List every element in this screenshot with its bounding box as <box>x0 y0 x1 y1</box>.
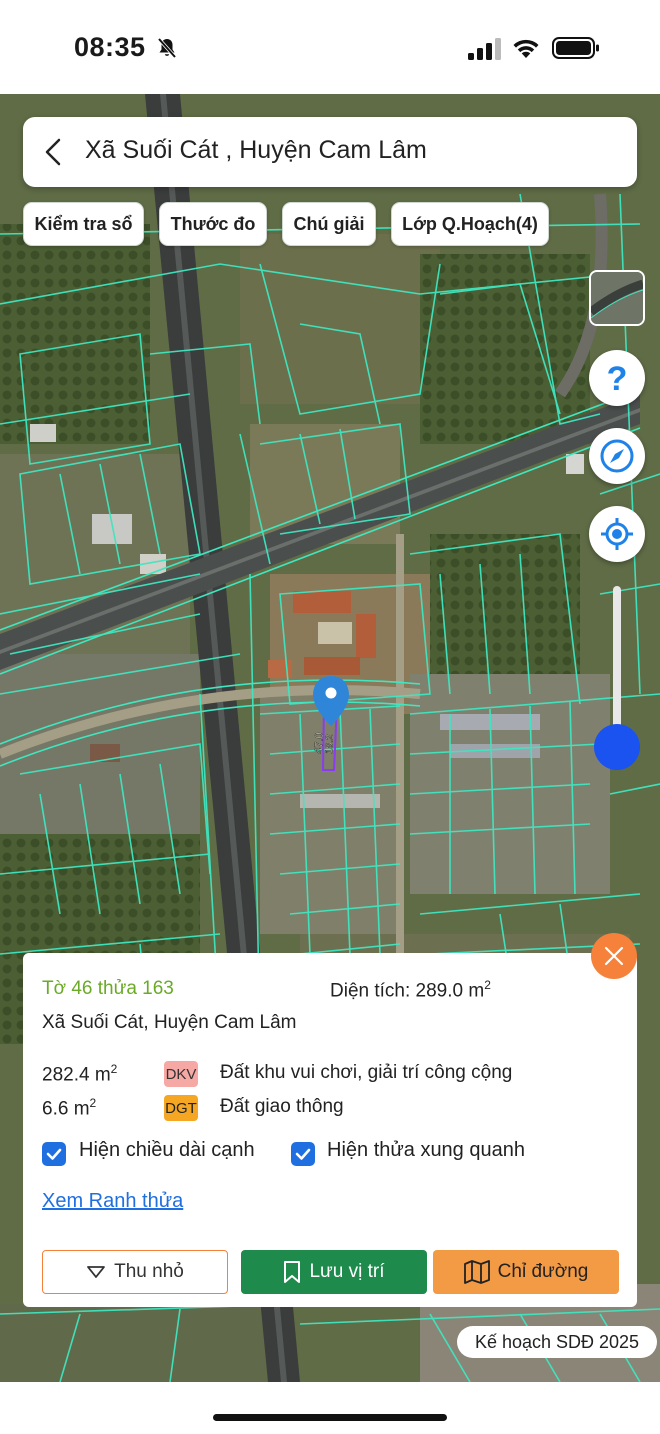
show-edge-lengths-label[interactable]: Hiện chiều dài cạnh <box>79 1139 255 1162</box>
help-button[interactable]: ? <box>589 350 645 406</box>
compass-icon <box>600 439 634 473</box>
parcel-edge-label-2: 18.2 <box>324 734 336 754</box>
land-use-description: Đất giao thông <box>220 1096 344 1117</box>
zoom-slider-track[interactable] <box>613 586 621 744</box>
legend-button[interactable]: Chú giải <box>282 202 376 246</box>
triangle-down-icon <box>87 1266 106 1278</box>
map-icon <box>463 1260 490 1284</box>
land-use-area: 6.6 m2 <box>42 1096 97 1120</box>
bookmark-icon <box>284 1261 301 1283</box>
bottom-safe-area <box>0 1382 660 1434</box>
plan-year-label[interactable]: Kế hoạch SDĐ 2025 <box>457 1326 657 1358</box>
parcel-id: Tờ 46 thửa 163 <box>42 978 174 999</box>
locate-button[interactable] <box>589 506 645 562</box>
view-boundary-link[interactable]: Xem Ranh thửa <box>42 1190 183 1213</box>
help-icon: ? <box>607 360 628 398</box>
battery-icon <box>552 37 599 59</box>
save-location-label: Lưu vị trí <box>309 1261 385 1282</box>
svg-text:?: ? <box>607 360 628 398</box>
ruler-button[interactable]: Thước đo <box>159 202 267 246</box>
status-time: 08:35 <box>74 32 146 62</box>
show-neighbor-parcels-label[interactable]: Hiện thửa xung quanh <box>327 1139 525 1162</box>
parcel-info-panel: Tờ 46 thửa 163 Diện tích: 289.0 m2 Xã Su… <box>23 953 637 1307</box>
planning-layers-button[interactable]: Lớp Q.Hoạch(4) <box>391 202 549 246</box>
status-bar: 08:35 <box>0 0 660 94</box>
parcel-location: Xã Suối Cát, Huyện Cam Lâm <box>42 1012 297 1033</box>
land-use-description: Đất khu vui chơi, giải trí công cộng <box>220 1062 513 1083</box>
collapse-button[interactable]: Thu nhỏ <box>42 1250 228 1294</box>
checkmark-icon <box>46 1148 62 1160</box>
parcel-area: Diện tích: 289.0 m2 <box>330 978 491 1002</box>
layer-thumbnail[interactable] <box>589 270 645 326</box>
locate-icon <box>601 518 633 550</box>
directions-label: Chỉ đường <box>497 1261 589 1282</box>
land-use-code-badge: DKV <box>164 1061 198 1087</box>
close-panel-button[interactable] <box>591 933 637 979</box>
show-neighbor-parcels-checkbox[interactable] <box>291 1142 315 1166</box>
save-location-button[interactable]: Lưu vị trí <box>241 1250 427 1294</box>
signal-icon <box>468 38 501 60</box>
bell-slash-icon <box>157 37 177 59</box>
wifi-icon <box>513 39 539 58</box>
location-header: Xã Suối Cát , Huyện Cam Lâm <box>23 117 637 187</box>
chevron-left-icon[interactable] <box>41 137 67 167</box>
compass-button[interactable] <box>589 428 645 484</box>
home-indicator[interactable] <box>213 1414 447 1421</box>
directions-button[interactable]: Chỉ đường <box>433 1250 619 1294</box>
collapse-label: Thu nhỏ <box>114 1261 184 1282</box>
location-title: Xã Suối Cát , Huyện Cam Lâm <box>85 136 427 164</box>
land-use-code-badge: DGT <box>164 1095 198 1121</box>
check-book-button[interactable]: Kiểm tra sổ <box>23 202 144 246</box>
show-edge-lengths-checkbox[interactable] <box>42 1142 66 1166</box>
land-use-area: 282.4 m2 <box>42 1062 118 1086</box>
satellite-layer-icon <box>591 272 643 324</box>
zoom-slider-handle[interactable] <box>594 724 640 770</box>
checkmark-icon <box>295 1148 311 1160</box>
close-icon <box>604 946 624 966</box>
